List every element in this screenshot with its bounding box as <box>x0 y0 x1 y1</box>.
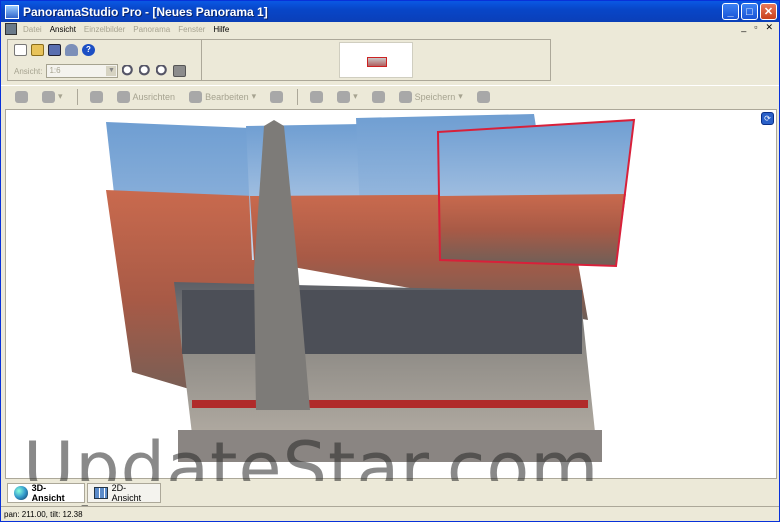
panorama-canvas[interactable] <box>6 110 777 479</box>
mdi-minimize-button[interactable]: _ <box>741 22 746 33</box>
main-toolbar: ▾ Ausrichten Bearbeiten ▾ ▾ Speichern ▾ <box>1 85 779 107</box>
file-tools-row: ? <box>14 44 95 56</box>
tool-panel: ? Ansicht: 1:6 ▼ <box>7 39 551 81</box>
viewport-options-button[interactable]: ⟳ <box>761 112 774 125</box>
open-folder-icon[interactable] <box>31 44 44 56</box>
app-window: PanoramaStudio Pro - [Neues Panorama 1] … <box>0 0 780 522</box>
publish-icon <box>476 90 490 103</box>
zoom-select[interactable]: 1:6 ▼ <box>46 64 119 78</box>
toolbar-separator <box>76 88 78 105</box>
zoom-in-icon[interactable] <box>122 65 136 77</box>
edit-button[interactable]: Bearbeiten ▾ <box>189 90 256 103</box>
menu-einzelbilder[interactable]: Einzelbilder <box>84 25 125 34</box>
tab-3d-view[interactable]: 3D-Ansicht <box>7 483 85 503</box>
export-button[interactable] <box>310 90 324 103</box>
view-label: Ansicht: <box>14 66 43 76</box>
townhall-banners <box>192 400 588 408</box>
menu-hilfe[interactable]: Hilfe <box>213 25 229 34</box>
crop-button[interactable] <box>270 90 284 103</box>
toolbar-separator <box>297 88 299 105</box>
open-images-icon <box>15 90 28 103</box>
maximize-button[interactable]: □ <box>741 3 758 20</box>
view-tabs: 3D-Ansicht 2D-Ansicht <box>1 481 779 505</box>
tool-panel-left: ? Ansicht: 1:6 ▼ <box>8 40 202 80</box>
chevron-down-icon[interactable]: ▼ <box>106 66 117 76</box>
globe-icon <box>14 486 28 500</box>
align-label: Ausrichten <box>132 91 176 102</box>
color-button[interactable] <box>89 90 103 103</box>
zoom-select-value: 1:6 <box>49 66 61 75</box>
townhall-roof <box>182 290 582 354</box>
view-tools-row: Ansicht: 1:6 ▼ <box>14 64 187 78</box>
help-icon[interactable]: ? <box>82 44 95 56</box>
export-icon <box>310 90 324 103</box>
render-button[interactable]: ▾ <box>337 90 358 103</box>
image-icon <box>42 90 55 103</box>
tab-3d-label: 3D-Ansicht <box>31 483 65 503</box>
save-button[interactable]: Speichern ▾ <box>398 90 463 103</box>
check-button[interactable] <box>371 90 385 103</box>
edit-label: Bearbeiten <box>205 91 249 102</box>
color-icon <box>89 90 103 103</box>
align-button[interactable]: Ausrichten <box>116 90 176 103</box>
mdi-close-button[interactable]: ✕ <box>765 22 773 33</box>
save-icon <box>398 90 412 103</box>
menu-datei[interactable]: Datei <box>23 25 42 34</box>
menu-panorama[interactable]: Panorama <box>133 25 170 34</box>
minimize-button[interactable]: _ <box>722 3 739 20</box>
photo-tile-selected-city <box>440 194 626 266</box>
window-title: PanoramaStudio Pro - [Neues Panorama 1] <box>23 4 268 19</box>
menu-fenster[interactable]: Fenster <box>178 25 205 34</box>
edit-icon <box>189 90 203 103</box>
status-text: pan: 211.00, tilt: 12.38 <box>4 510 83 519</box>
tab-2d-view[interactable]: 2D-Ansicht <box>87 483 161 503</box>
zoom-out-icon[interactable] <box>139 65 153 77</box>
status-bar: pan: 211.00, tilt: 12.38 <box>1 506 779 521</box>
save-disk-icon[interactable] <box>48 44 61 56</box>
app-icon <box>5 4 19 19</box>
tab-2d-label: 2D-Ansicht <box>111 483 142 503</box>
align-icon <box>116 90 130 103</box>
panorama-thumbnail[interactable] <box>339 42 413 78</box>
grid-icon <box>94 487 108 499</box>
zoom-fit-icon[interactable] <box>156 65 170 77</box>
new-document-icon[interactable] <box>14 44 27 56</box>
shield-icon[interactable] <box>65 44 78 56</box>
publish-button[interactable] <box>476 90 490 103</box>
close-button[interactable]: ✕ <box>760 3 777 20</box>
panorama-viewport[interactable]: ⟳ <box>5 109 777 479</box>
render-icon <box>337 90 351 103</box>
check-icon <box>371 90 385 103</box>
mdi-controls: _ ▫ ✕ <box>741 22 773 33</box>
mdi-restore-button[interactable]: ▫ <box>754 22 757 33</box>
title-bar[interactable]: PanoramaStudio Pro - [Neues Panorama 1] … <box>1 1 779 22</box>
square-foreground <box>178 430 602 462</box>
open-images-button[interactable] <box>15 90 28 103</box>
menu-ansicht[interactable]: Ansicht <box>50 25 76 34</box>
image-menu-button[interactable]: ▾ <box>42 90 63 103</box>
crop-icon <box>270 90 284 103</box>
save-label: Speichern <box>414 91 456 102</box>
document-window-icon[interactable] <box>5 23 17 35</box>
menu-bar: Datei Ansicht Einzelbilder Panorama Fens… <box>1 22 779 36</box>
thumbnail-preview <box>367 57 387 67</box>
fullscreen-icon[interactable] <box>173 65 187 77</box>
